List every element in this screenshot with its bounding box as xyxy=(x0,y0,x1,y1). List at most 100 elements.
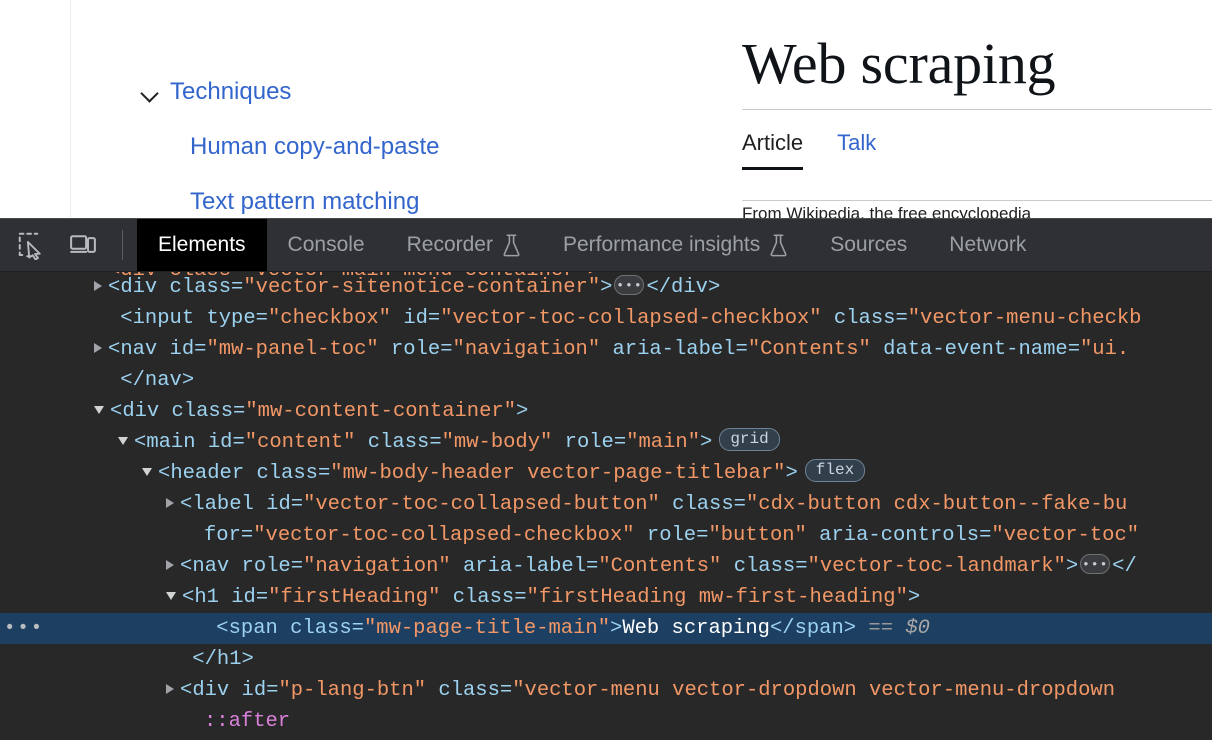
code-token: > xyxy=(242,648,254,671)
twisty-collapsed-icon[interactable] xyxy=(94,343,102,353)
code-token: id xyxy=(231,586,256,609)
twisty-collapsed-icon[interactable] xyxy=(94,281,102,291)
code-token: "mw-body-header vector-page-titlebar" xyxy=(330,462,785,485)
code-token: id xyxy=(170,338,195,361)
tab-sources[interactable]: Sources xyxy=(809,219,928,271)
tab-recorder[interactable]: Recorder xyxy=(386,219,542,271)
twisty-expanded-icon[interactable] xyxy=(118,437,128,445)
code-token xyxy=(278,617,290,640)
code-token xyxy=(426,679,438,702)
twisty-collapsed-icon[interactable] xyxy=(166,560,174,570)
dom-tree-row[interactable]: <main id="content" class="mw-body" role=… xyxy=(0,427,1212,458)
dom-tree-row[interactable]: <label id="vector-toc-collapsed-button" … xyxy=(0,489,1212,520)
collapsed-children-icon[interactable] xyxy=(614,275,644,295)
twisty-expanded-icon[interactable] xyxy=(142,468,152,476)
layout-badge[interactable]: flex xyxy=(805,459,865,482)
code-token xyxy=(635,524,647,547)
code-token: < xyxy=(108,307,133,330)
collapsed-children-icon[interactable] xyxy=(1080,554,1110,574)
twisty-collapsed-icon[interactable] xyxy=(166,684,174,694)
device-toolbar-icon[interactable] xyxy=(62,224,104,266)
row-overflow-indicator: ••• xyxy=(4,613,44,644)
tab-talk[interactable]: Talk xyxy=(837,130,876,170)
toc-item-text-pattern-matching[interactable]: Text pattern matching xyxy=(190,188,700,217)
code-token: "vector-toc-collapsed-checkbox" xyxy=(253,524,634,547)
code-token: = xyxy=(291,493,303,516)
code-token xyxy=(196,431,208,454)
code-token xyxy=(194,307,206,330)
code-token: "vector-menu vector-dropdown vector-menu… xyxy=(512,679,1115,702)
devtools-tabs: Elements Console Recorder Performance in… xyxy=(137,219,1047,271)
dom-tree-row[interactable]: <input type="checkbox" id="vector-toc-co… xyxy=(0,303,1212,334)
code-token: = xyxy=(428,307,440,330)
code-token: "mw-panel-toc" xyxy=(206,338,378,361)
tab-article[interactable]: Article xyxy=(742,130,803,170)
twisty-collapsed-icon[interactable] xyxy=(166,498,174,508)
code-token: = xyxy=(194,338,206,361)
code-token: "vector-toc-landmark" xyxy=(808,555,1066,578)
code-token xyxy=(391,307,403,330)
toc-section-techniques[interactable]: Techniques xyxy=(140,78,700,107)
code-token xyxy=(244,462,256,485)
code-token: </ xyxy=(108,369,145,392)
code-token: input xyxy=(133,307,195,330)
dom-tree-row[interactable]: <div id="p-lang-btn" class="vector-menu … xyxy=(0,675,1212,706)
tab-elements[interactable]: Elements xyxy=(137,219,267,271)
tab-performance-insights[interactable]: Performance insights xyxy=(542,219,809,271)
dom-tree-row[interactable]: </nav> xyxy=(0,365,1212,396)
dom-tree-row[interactable]: <h1 id="firstHeading" class="firstHeadin… xyxy=(0,582,1212,613)
code-token: = xyxy=(440,338,452,361)
devtools-panel: Elements Console Recorder Performance in… xyxy=(0,218,1212,740)
code-token: span xyxy=(229,617,278,640)
twisty-expanded-icon[interactable] xyxy=(94,406,104,414)
code-token xyxy=(157,276,169,299)
code-token: < xyxy=(182,586,194,609)
code-token: == xyxy=(856,617,905,640)
inspect-element-icon[interactable] xyxy=(10,224,52,266)
code-token: div xyxy=(122,400,159,423)
code-token: = xyxy=(614,431,626,454)
dom-tree-row-selected[interactable]: ••• <span class="mw-page-title-main">Web… xyxy=(0,613,1212,644)
layout-badge[interactable]: grid xyxy=(719,428,779,451)
code-token: > xyxy=(516,400,528,423)
code-token: span xyxy=(795,617,844,640)
code-token: = xyxy=(318,462,330,485)
code-token: nav xyxy=(120,338,157,361)
code-token: main xyxy=(146,431,195,454)
code-token: = xyxy=(256,307,268,330)
code-token: $0 xyxy=(905,617,930,640)
twisty-expanded-icon[interactable] xyxy=(166,592,176,600)
code-token xyxy=(229,679,241,702)
chevron-down-icon[interactable] xyxy=(140,82,160,102)
code-token xyxy=(871,338,883,361)
dom-tree-row[interactable]: <nav id="mw-panel-toc" role="navigation"… xyxy=(0,334,1212,365)
tab-console[interactable]: Console xyxy=(267,219,386,271)
code-token: = xyxy=(895,307,907,330)
dom-tree[interactable]: <div class="vector-main-menu-container">… xyxy=(0,272,1212,740)
code-token: class xyxy=(170,276,232,299)
code-token: aria-label xyxy=(463,555,586,578)
toc-item-human-copy-and-paste[interactable]: Human copy-and-paste xyxy=(190,133,700,162)
dom-tree-row[interactable]: ::after xyxy=(0,706,1212,737)
code-token: < xyxy=(180,679,192,702)
code-token: "cdx-button cdx-button--fake-bu xyxy=(746,493,1127,516)
table-of-contents: Techniques Human copy-and-paste Text pat… xyxy=(140,78,700,216)
dom-tree-row[interactable]: </h1> xyxy=(0,644,1212,675)
code-token: nav xyxy=(145,369,182,392)
dom-tree-row[interactable]: <div class="mw-content-container"> xyxy=(0,396,1212,427)
code-token: < xyxy=(134,431,146,454)
code-token xyxy=(660,493,672,516)
tab-network[interactable]: Network xyxy=(928,219,1047,271)
dom-tree-row[interactable]: <div class="vector-sitenotice-container"… xyxy=(0,272,1212,303)
code-token xyxy=(159,400,171,423)
code-token: class xyxy=(256,462,318,485)
dom-tree-row[interactable]: for="vector-toc-collapsed-checkbox" role… xyxy=(0,520,1212,551)
dom-tree-row[interactable]: <nav role="navigation" aria-label="Conte… xyxy=(0,551,1212,582)
dom-tree-row[interactable]: <header class="mw-body-header vector-pag… xyxy=(0,458,1212,489)
code-token xyxy=(451,555,463,578)
code-token: "content" xyxy=(245,431,356,454)
code-token xyxy=(440,586,452,609)
code-token xyxy=(157,338,169,361)
code-token: = xyxy=(514,586,526,609)
toc-section-label[interactable]: Techniques xyxy=(170,78,291,107)
